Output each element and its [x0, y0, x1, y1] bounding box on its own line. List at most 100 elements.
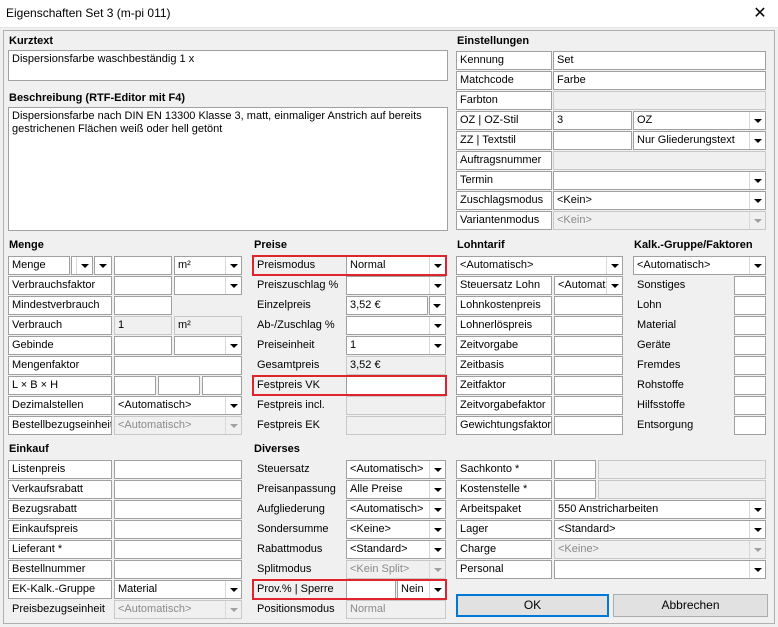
kalk-rohstoffe-field[interactable] [734, 376, 766, 395]
menge-sign-select[interactable] [94, 256, 112, 275]
verbrauchsfaktor-select[interactable] [174, 276, 242, 295]
menge-operator-select[interactable] [71, 256, 93, 275]
preisanpassung-select[interactable]: Alle Preise [346, 480, 446, 499]
einkauf-bezugsrabatt-field[interactable] [114, 500, 242, 519]
kalk-entsorgung-field[interactable] [734, 416, 766, 435]
lohn-zeitvorgabefaktor-field[interactable] [554, 396, 623, 415]
dezimalstellen-select[interactable]: <Automatisch> [114, 396, 242, 415]
gebinde-field[interactable] [114, 336, 172, 355]
sachkonto-field[interactable] [554, 460, 596, 479]
einkauf-bestellnummer-field[interactable] [114, 560, 242, 579]
kalk-heading: Kalk.-Gruppe/Faktoren [634, 239, 753, 251]
chevron-down-icon[interactable] [749, 257, 765, 274]
oz-field[interactable]: 3 [553, 111, 632, 130]
chevron-down-icon[interactable] [749, 521, 765, 538]
mindestverbrauch-field[interactable] [114, 296, 172, 315]
breite-field[interactable] [158, 376, 200, 395]
termin-select[interactable] [553, 171, 766, 190]
chevron-down-icon[interactable] [429, 337, 445, 354]
mengenfaktor-field[interactable] [114, 356, 242, 375]
einzelpreis-select[interactable] [429, 296, 446, 315]
lohn-zeitfaktor-field[interactable] [554, 376, 623, 395]
kalk-material-field[interactable] [734, 316, 766, 335]
chevron-down-icon[interactable] [749, 501, 765, 518]
menge-unit-select[interactable]: m² [174, 256, 242, 275]
chevron-down-icon [225, 601, 241, 618]
chevron-down-icon[interactable] [95, 257, 111, 274]
verbrauch-field[interactable]: 1 [114, 316, 172, 335]
close-icon[interactable]: ✕ [748, 3, 772, 25]
chevron-down-icon[interactable] [749, 172, 765, 189]
einkauf-einkaufspreis-field[interactable] [114, 520, 242, 539]
lohn-lohnkostenpreis-label: Lohnkostenpreis [456, 296, 552, 315]
ok-button[interactable]: OK [456, 594, 609, 617]
lohn-gewichtungsfaktor-field[interactable] [554, 416, 623, 435]
chevron-down-icon[interactable] [429, 317, 445, 334]
kalk-sonstiges-field[interactable] [734, 276, 766, 295]
kurztext-input[interactable]: Dispersionsfarbe waschbeständig 1 x [8, 50, 448, 81]
lohn-lohnkostenpreis-field[interactable] [554, 296, 623, 315]
einkauf-verkaufsrabatt-field[interactable] [114, 480, 242, 499]
kalk-hilfsstoffe-field[interactable] [734, 396, 766, 415]
chevron-down-icon[interactable] [429, 521, 445, 538]
chevron-down-icon[interactable] [225, 277, 241, 294]
kalk-select[interactable]: <Automatisch> [633, 256, 766, 275]
steuersatz-lohn-select[interactable]: <Automat [554, 276, 623, 295]
hoehe-field[interactable] [202, 376, 242, 395]
einkauf-lieferant-field[interactable] [114, 540, 242, 559]
chevron-down-icon[interactable] [225, 581, 241, 598]
verbrauchsfaktor-field[interactable] [114, 276, 172, 295]
lohntarif-select[interactable]: <Automatisch> [456, 256, 623, 275]
chevron-down-icon[interactable] [429, 481, 445, 498]
kalk-lohn-field[interactable] [734, 296, 766, 315]
chevron-down-icon[interactable] [225, 257, 241, 274]
chevron-down-icon[interactable] [225, 397, 241, 414]
aufgliederung-select[interactable]: <Automatisch> [346, 500, 446, 519]
sondersumme-select[interactable]: <Keine> [346, 520, 446, 539]
menge-field[interactable] [114, 256, 172, 275]
chevron-down-icon[interactable] [749, 192, 765, 209]
matchcode-field[interactable]: Farbe [553, 71, 766, 90]
farbton-field[interactable] [553, 91, 766, 110]
textstil-select[interactable]: Nur Gliederungstext [633, 131, 766, 150]
lohn-zeitvorgabe-label: Zeitvorgabe [456, 336, 552, 355]
chevron-down-icon[interactable] [76, 257, 92, 274]
zz-field[interactable] [553, 131, 632, 150]
kostenstelle-field[interactable] [554, 480, 596, 499]
auftragsnummer-field[interactable] [553, 151, 766, 170]
rabattmodus-select[interactable]: <Standard> [346, 540, 446, 559]
chevron-down-icon[interactable] [429, 501, 445, 518]
arbeitspaket-select[interactable]: 550 Anstricharbeiten [554, 500, 766, 519]
lohn-zeitbasis-field[interactable] [554, 356, 623, 375]
lohn-zeitvorgabe-field[interactable] [554, 336, 623, 355]
oz-stil-select[interactable]: OZ [633, 111, 766, 130]
chevron-down-icon[interactable] [429, 461, 445, 478]
abzuschlag-select[interactable] [346, 316, 446, 335]
steuersatz-select[interactable]: <Automatisch> [346, 460, 446, 479]
einkauf-listenpreis-field[interactable] [114, 460, 242, 479]
lohn-lohnerlöspreis-field[interactable] [554, 316, 623, 335]
kennung-field[interactable]: Set [553, 51, 766, 70]
beschreibung-input[interactable]: Dispersionsfarbe nach DIN EN 13300 Klass… [8, 107, 448, 231]
zuschlagsmodus-select[interactable]: <Kein> [553, 191, 766, 210]
chevron-down-icon[interactable] [606, 277, 622, 294]
einzelpreis-field[interactable]: 3,52 € [346, 296, 428, 315]
kalk-fremdes-field[interactable] [734, 356, 766, 375]
kalk-geräte-field[interactable] [734, 336, 766, 355]
ek-gruppe-select[interactable]: Material [114, 580, 242, 599]
lager-select[interactable]: <Standard> [554, 520, 766, 539]
chevron-down-icon[interactable] [429, 541, 445, 558]
laenge-field[interactable] [114, 376, 156, 395]
preiseinheit-select[interactable]: 1 [346, 336, 446, 355]
chevron-down-icon[interactable] [749, 561, 765, 578]
chevron-down-icon[interactable] [429, 277, 445, 294]
chevron-down-icon[interactable] [749, 112, 765, 129]
preiszuschlag-select[interactable] [346, 276, 446, 295]
abbrechen-button[interactable]: Abbrechen [613, 594, 768, 617]
chevron-down-icon[interactable] [606, 257, 622, 274]
personal-select[interactable] [554, 560, 766, 579]
chevron-down-icon[interactable] [225, 337, 241, 354]
chevron-down-icon[interactable] [749, 132, 765, 149]
gebinde-select[interactable] [174, 336, 242, 355]
chevron-down-icon[interactable] [430, 297, 445, 314]
